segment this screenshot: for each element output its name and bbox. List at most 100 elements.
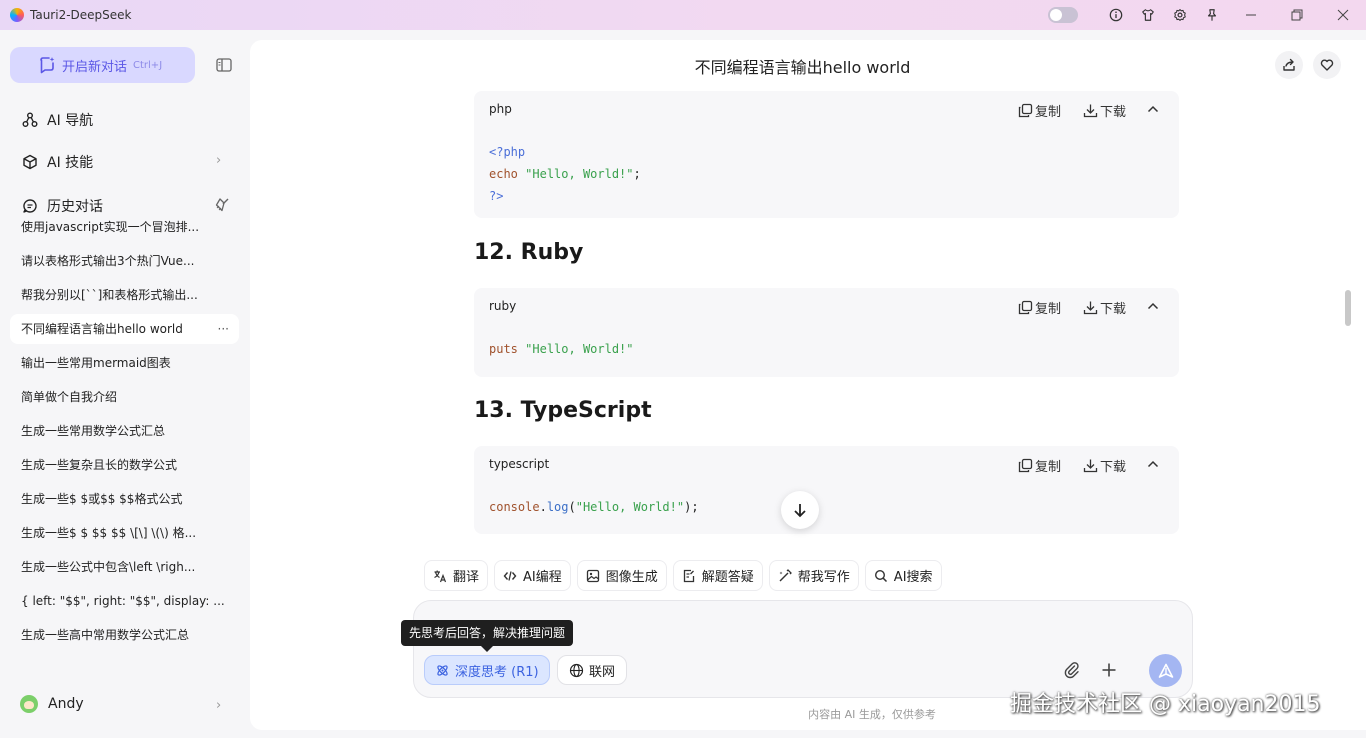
history-item[interactable]: 生成一些$ $ $$ $$ \[\] \(\) 格...: [10, 518, 239, 548]
history-item[interactable]: 不同编程语言输出hello world ···: [10, 314, 239, 344]
attachment-paperclip-icon[interactable]: [1063, 661, 1081, 679]
arrow-down-icon: [794, 504, 806, 518]
deep-think-tooltip: 先思考后回答，解决推理问题: [401, 620, 573, 652]
pin-icon[interactable]: [1196, 0, 1228, 30]
deep-think-toggle[interactable]: 深度思考 (R1): [424, 655, 550, 685]
collapse-sidebar-icon[interactable]: [216, 58, 232, 72]
collapse-chevron-up-icon[interactable]: [1146, 299, 1160, 313]
code-token: .: [539, 500, 547, 514]
send-button[interactable]: [1149, 654, 1182, 687]
code-block-php: php 复制 下载 <?php echo "Hello, World!"; ?>: [474, 91, 1179, 218]
favorite-button[interactable]: [1313, 51, 1341, 79]
history-item[interactable]: 帮我分别以[``]和表格形式输出...: [10, 280, 239, 310]
download-label: 下载: [1100, 460, 1127, 475]
clear-history-broom-icon[interactable]: [214, 197, 230, 213]
code-content: <?php echo "Hello, World!"; ?>: [474, 129, 1179, 221]
history-item[interactable]: 简单做个自我介绍: [10, 382, 239, 412]
download-label: 下载: [1100, 105, 1127, 120]
chip-label: 帮我写作: [797, 570, 850, 585]
shirt-icon[interactable]: [1132, 0, 1164, 30]
app-logo-icon: [10, 8, 24, 22]
history-item-label: 生成一些$ $或$$ $$格式公式: [21, 492, 183, 506]
history-item[interactable]: 生成一些高中常用数学公式汇总: [10, 620, 239, 650]
watermark-text: 掘金技术社区 @ xiaoyan2015: [1010, 692, 1321, 717]
code-token: "Hello, World!": [525, 167, 634, 181]
chip-image-generation[interactable]: 图像生成: [576, 560, 667, 591]
plus-icon[interactable]: [1100, 661, 1118, 679]
title-bar: Tauri2-DeepSeek: [0, 0, 1366, 30]
history-item-label: 简单做个自我介绍: [21, 390, 118, 404]
section-heading: 13. TypeScript: [474, 398, 652, 423]
new-chat-button[interactable]: 开启新对话 Ctrl+J: [10, 47, 195, 83]
nav-ai-skills[interactable]: AI 技能: [22, 151, 93, 173]
download-icon: [1083, 459, 1098, 473]
history-item[interactable]: 输出一些常用mermaid图表: [10, 348, 239, 378]
history-item[interactable]: 使用javascript实现一个冒泡排...: [10, 212, 239, 242]
code-language: php: [489, 102, 512, 116]
chip-writing-help[interactable]: 帮我写作: [768, 560, 859, 591]
history-item-label: 生成一些常用数学公式汇总: [21, 424, 166, 438]
code-content: puts "Hello, World!": [474, 326, 1179, 374]
cube-icon: [23, 154, 37, 170]
restore-button[interactable]: [1274, 0, 1320, 30]
download-button[interactable]: 下载: [1083, 456, 1126, 475]
settings-gear-icon[interactable]: [1164, 0, 1196, 30]
chip-problem-solving[interactable]: 解题答疑: [672, 560, 763, 591]
chip-label: 解题答疑: [701, 570, 754, 585]
history-item[interactable]: 请以表格形式输出3个热门Vue...: [10, 246, 239, 276]
collapse-chevron-up-icon[interactable]: [1146, 102, 1160, 116]
share-icon: [1283, 58, 1295, 71]
history-item[interactable]: 生成一些公式中包含\left \righ...: [10, 552, 239, 582]
nav-ai-navigation-label: AI 导航: [47, 113, 94, 129]
nav-ai-navigation[interactable]: AI 导航: [22, 109, 93, 131]
user-profile[interactable]: Andy: [20, 695, 84, 713]
copy-button[interactable]: 复制: [1018, 101, 1061, 120]
chip-translate[interactable]: 翻译: [424, 560, 489, 591]
send-arrow-icon: [1158, 663, 1173, 678]
code-block-header: typescript 复制 下载: [474, 446, 1179, 484]
chip-ai-coding[interactable]: AI编程: [494, 560, 571, 591]
minimize-button[interactable]: [1228, 0, 1274, 30]
copy-label: 复制: [1035, 460, 1062, 475]
chip-ai-search[interactable]: AI搜索: [864, 560, 942, 591]
history-item[interactable]: { left: "$$", right: "$$", display: ...: [10, 586, 239, 616]
code-token: "Hello, World!": [525, 342, 634, 356]
share-button[interactable]: [1275, 51, 1303, 79]
close-button[interactable]: [1320, 0, 1366, 30]
theme-toggle[interactable]: [1048, 7, 1078, 23]
avatar: [20, 695, 38, 713]
download-icon: [1083, 301, 1098, 315]
search-icon: [874, 569, 887, 582]
chip-label: 翻译: [453, 570, 480, 585]
title-controls: [1048, 0, 1366, 30]
copy-button[interactable]: 复制: [1018, 456, 1061, 475]
new-chat-shortcut: Ctrl+J: [133, 59, 163, 71]
code-token: ?>: [489, 189, 504, 203]
code-icon: [503, 570, 517, 581]
history-item[interactable]: 生成一些常用数学公式汇总: [10, 416, 239, 446]
copy-icon: [1018, 300, 1033, 315]
history-item-label: { left: "$$", right: "$$", display: ...: [21, 594, 225, 608]
code-language: ruby: [489, 299, 517, 313]
code-token: "Hello, World!": [575, 500, 685, 514]
globe-icon: [569, 663, 584, 677]
scrollbar-thumb[interactable]: [1345, 290, 1351, 326]
section-heading: 12. Ruby: [474, 240, 584, 265]
copy-button[interactable]: 复制: [1018, 298, 1061, 317]
image-icon: [586, 569, 599, 582]
history-item-label: 输出一些常用mermaid图表: [21, 356, 171, 370]
info-icon[interactable]: [1100, 0, 1132, 30]
download-button[interactable]: 下载: [1083, 298, 1126, 317]
history-item-label: 帮我分别以[``]和表格形式输出...: [21, 288, 198, 302]
history-item-label: 请以表格形式输出3个热门Vue...: [21, 254, 195, 268]
scroll-to-bottom-button[interactable]: [781, 491, 819, 529]
history-item[interactable]: 生成一些$ $或$$ $$格式公式: [10, 484, 239, 514]
history-item-label: 不同编程语言输出hello world: [21, 322, 183, 336]
history-item[interactable]: 生成一些复杂且长的数学公式: [10, 450, 239, 480]
code-language: typescript: [489, 457, 550, 471]
web-search-toggle[interactable]: 联网: [557, 655, 628, 685]
download-button[interactable]: 下载: [1083, 101, 1126, 120]
more-options-icon[interactable]: ···: [218, 314, 229, 344]
code-token: puts: [489, 342, 518, 356]
collapse-chevron-up-icon[interactable]: [1146, 457, 1160, 471]
